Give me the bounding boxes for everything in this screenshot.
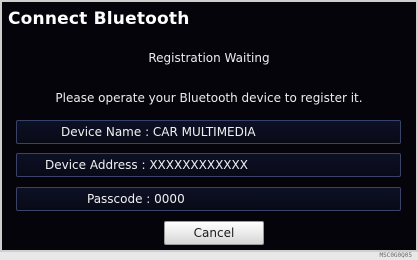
cancel-button[interactable]: Cancel <box>164 221 264 245</box>
registration-status: Registration Waiting <box>148 51 270 65</box>
device-name-label: Device Name : CAR MULTIMEDIA <box>61 125 256 139</box>
passcode-label: Passcode : 0000 <box>87 192 185 206</box>
instruction-text: Please operate your Bluetooth device to … <box>55 91 363 105</box>
screen-title: Connect Bluetooth <box>8 9 190 29</box>
figure-code: MSC0G0Q05 <box>379 252 412 259</box>
passcode-field: Passcode : 0000 <box>16 187 401 211</box>
device-name-field: Device Name : CAR MULTIMEDIA <box>16 120 401 144</box>
device-address-label: Device Address : XXXXXXXXXXXX <box>45 158 248 172</box>
bluetooth-connect-screen: Connect Bluetooth Registration Waiting P… <box>0 0 418 252</box>
device-address-field: Device Address : XXXXXXXXXXXX <box>16 153 401 177</box>
